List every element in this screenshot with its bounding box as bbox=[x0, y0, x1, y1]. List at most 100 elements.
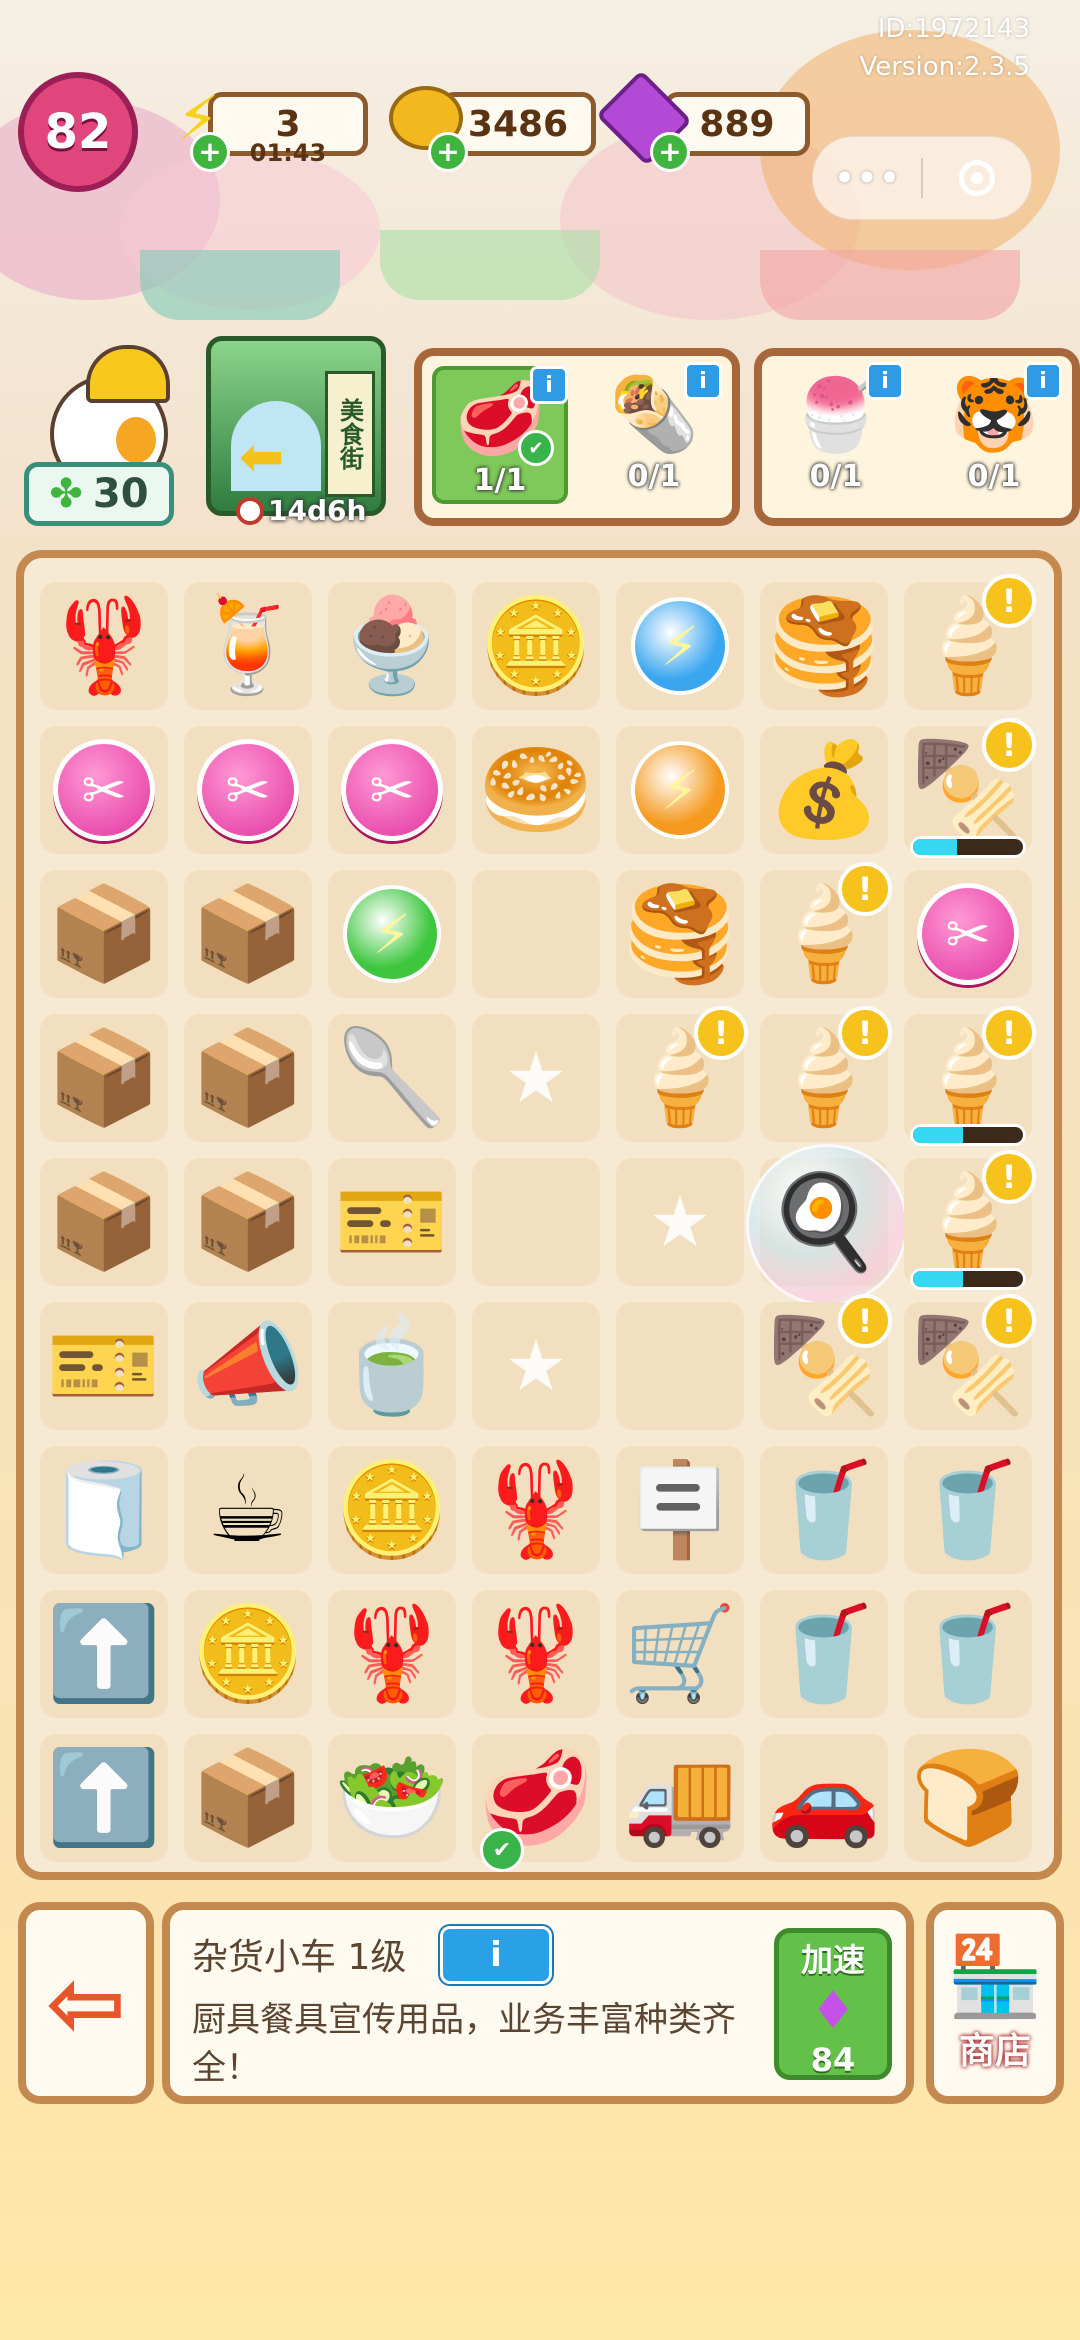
speedup-label: 加速 bbox=[800, 1941, 865, 1979]
board-cell-box[interactable]: 📦 bbox=[40, 1014, 168, 1142]
item-info-button[interactable]: i bbox=[440, 1926, 552, 1984]
board-cell-seedbag[interactable]: 🎫 bbox=[328, 1158, 456, 1286]
board-cell-star[interactable]: ★ bbox=[472, 1014, 600, 1142]
board-cell-arrowcard[interactable]: ⬆️ bbox=[40, 1734, 168, 1862]
pancake-icon: 🥞 bbox=[622, 880, 738, 987]
board-cell-parcel[interactable]: 📦 bbox=[184, 1734, 312, 1862]
board-cell-meat[interactable]: 🥩 ✔ bbox=[472, 1734, 600, 1872]
star-placeholder-icon: ★ bbox=[648, 1181, 712, 1263]
box-icon: 📦 bbox=[46, 1024, 162, 1131]
board-cell-redcar[interactable]: 🚗 bbox=[760, 1734, 888, 1862]
more-menu-button[interactable]: ••• bbox=[813, 156, 921, 200]
board-cell-box[interactable]: 📦 bbox=[184, 1158, 312, 1286]
board-cell-lobster[interactable]: 🦞 bbox=[472, 1590, 600, 1718]
board-cell-lobster[interactable]: 🦞 bbox=[40, 582, 168, 710]
board-cell-truck[interactable]: 🚚 bbox=[616, 1734, 744, 1862]
board-cell-bowls[interactable]: 🍵 bbox=[328, 1302, 456, 1430]
ladle-icon: 🥄 bbox=[334, 1024, 450, 1131]
shop-button[interactable]: 🏪 商店 bbox=[926, 1902, 1064, 2104]
production-progress-bar bbox=[910, 836, 1026, 858]
board-cell-grill[interactable]: 🍢! bbox=[904, 1294, 1036, 1430]
board-cell-seedbag[interactable]: 🎫 bbox=[40, 1302, 168, 1430]
board-cell-icecart[interactable]: 🍦! bbox=[616, 1006, 748, 1142]
board-cell-box[interactable]: 📦 bbox=[184, 1014, 312, 1142]
board-cell-grill[interactable]: 🍢! bbox=[760, 1294, 892, 1430]
board-cell-drink[interactable]: 🥤 bbox=[760, 1446, 888, 1574]
board-cell-icecart[interactable]: 🍦! bbox=[904, 574, 1036, 710]
order-info-button[interactable]: i bbox=[530, 366, 568, 404]
board-cell-coins[interactable]: 🪙 bbox=[472, 582, 600, 710]
board-cell-icecart[interactable]: 🍦! bbox=[760, 1006, 892, 1142]
item-description: 厨具餐具宣传用品，业务丰富种类齐全！ bbox=[192, 2000, 736, 2088]
store-icon: 🏪 bbox=[946, 1932, 1044, 2022]
order-item[interactable]: 🥩 1/1 i ✔ bbox=[432, 366, 568, 504]
board-cell-drink[interactable]: 🥤 bbox=[904, 1590, 1032, 1718]
board-cell-arrowcard[interactable]: ⬆️ bbox=[40, 1590, 168, 1718]
board-cell-towel[interactable]: 🧻 bbox=[40, 1446, 168, 1574]
arrowcard-icon: ⬆️ bbox=[46, 1744, 162, 1851]
board-cell-scissor[interactable]: ✂ bbox=[904, 870, 1032, 998]
order-item[interactable]: 🐯 0/1 i bbox=[930, 362, 1062, 496]
board-cell-pancake[interactable]: 🥞 bbox=[760, 582, 888, 710]
board-cell-icecart[interactable]: 🍦! bbox=[904, 1006, 1036, 1146]
board-cell-scissor[interactable]: ✂ bbox=[40, 726, 168, 854]
board-cell-star[interactable]: ★ bbox=[472, 1302, 600, 1430]
board-cell-coins[interactable]: 🪙 bbox=[328, 1446, 456, 1574]
board-cell-cocktail[interactable]: 🍹 bbox=[184, 582, 312, 710]
board-cell-energy[interactable]: ⚡ bbox=[616, 726, 744, 854]
board-cell-icecart[interactable]: 🍦! bbox=[904, 1150, 1036, 1290]
order-info-button[interactable]: i bbox=[684, 362, 722, 400]
sign-icon: 🪧 bbox=[622, 1456, 738, 1563]
board-cell-sundae[interactable]: 🍨 bbox=[328, 582, 456, 710]
board-cell-coinpile[interactable]: 💰 bbox=[760, 726, 888, 854]
board-cell-star[interactable]: ★ bbox=[616, 1158, 744, 1286]
board-cell-toaster[interactable]: 🍞 bbox=[904, 1734, 1032, 1862]
board-cell-coinstack[interactable]: 🪙 bbox=[184, 1590, 312, 1718]
board-cell-ladle[interactable]: 🥄 bbox=[328, 1014, 456, 1142]
board-cell-icecart[interactable]: 🍦! bbox=[760, 862, 892, 998]
board-cell-drink[interactable]: 🥤 bbox=[904, 1446, 1032, 1574]
board-cell-box[interactable]: 📦 bbox=[40, 870, 168, 998]
order-item[interactable]: 🍧 0/1 i bbox=[772, 362, 904, 496]
board-cell-energy[interactable]: ⚡ bbox=[328, 870, 456, 998]
add-gems-button[interactable]: + bbox=[650, 132, 690, 172]
exit-button[interactable]: ⇦ bbox=[18, 1902, 154, 2104]
board-cell-scissor[interactable]: ✂ bbox=[184, 726, 312, 854]
order-item[interactable]: 🌯 0/1 i bbox=[590, 362, 722, 496]
board-cell-scissor[interactable]: ✂ bbox=[328, 726, 456, 854]
alert-badge: ! bbox=[838, 1006, 892, 1060]
board-cell-mug[interactable]: ☕ bbox=[184, 1446, 312, 1574]
energy-bubble-icon: ⚡ bbox=[631, 597, 729, 695]
board-cell-sign[interactable]: 🪧 bbox=[616, 1446, 744, 1574]
add-coins-button[interactable]: + bbox=[428, 132, 468, 172]
board-cell-lobster[interactable]: 🦞 bbox=[328, 1590, 456, 1718]
add-energy-button[interactable]: + bbox=[190, 132, 230, 172]
order-info-button[interactable]: i bbox=[1024, 362, 1062, 400]
food-street-gate[interactable]: ⬅ 美食街 bbox=[206, 336, 386, 516]
board-cell-megaphone[interactable]: 📣 bbox=[184, 1302, 312, 1430]
megaphone-icon: 📣 bbox=[190, 1312, 306, 1419]
board-cell-energy[interactable]: ⚡ bbox=[616, 582, 744, 710]
board-cell-box[interactable]: 📦 bbox=[184, 870, 312, 998]
board-cell-plate[interactable]: 🥗 bbox=[328, 1734, 456, 1862]
order-info-button[interactable]: i bbox=[866, 362, 904, 400]
clover-counter[interactable]: ✤ 30 bbox=[24, 462, 174, 526]
level-badge[interactable]: 82 bbox=[18, 72, 138, 192]
board-cell-drink[interactable]: 🥤 bbox=[760, 1590, 888, 1718]
order-count: 0/1 bbox=[809, 459, 863, 494]
truck-icon: 🚚 bbox=[622, 1744, 738, 1851]
board-cell-pan[interactable]: 🍳 bbox=[746, 1144, 908, 1306]
close-mini-program-button[interactable] bbox=[923, 160, 1031, 196]
board-cell-pancakes[interactable]: 🥯 bbox=[472, 726, 600, 854]
progress-fill bbox=[913, 1271, 963, 1287]
alert-badge: ! bbox=[982, 1294, 1036, 1348]
box-icon: 📦 bbox=[190, 1168, 306, 1275]
board-cell-grill[interactable]: 🍢! bbox=[904, 718, 1036, 858]
board-cell-lobster[interactable]: 🦞 bbox=[472, 1446, 600, 1574]
board-cell-cart2[interactable]: 🛒 bbox=[616, 1590, 744, 1718]
board-cell-box[interactable]: 📦 bbox=[40, 1158, 168, 1286]
speedup-button[interactable]: 加速 ♦ 84 bbox=[774, 1928, 892, 2080]
street-sign: 美食街 bbox=[325, 371, 375, 497]
board-cell-pancake[interactable]: 🥞 bbox=[616, 870, 744, 998]
lobster-icon: 🦞 bbox=[46, 592, 162, 699]
